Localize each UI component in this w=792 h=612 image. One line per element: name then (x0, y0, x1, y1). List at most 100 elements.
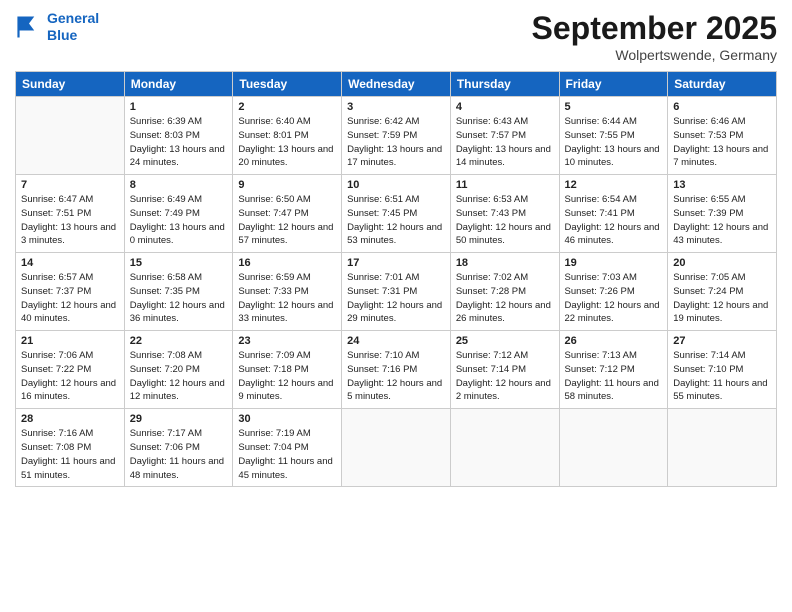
weekday-header: Sunday (16, 72, 125, 97)
calendar-cell: 19Sunrise: 7:03 AMSunset: 7:26 PMDayligh… (559, 253, 668, 331)
calendar-week-row: 1Sunrise: 6:39 AMSunset: 8:03 PMDaylight… (16, 97, 777, 175)
sunrise-text: Sunrise: 6:39 AM (130, 115, 228, 129)
day-detail: Sunrise: 7:17 AMSunset: 7:06 PMDaylight:… (130, 427, 228, 482)
sunrise-text: Sunrise: 7:09 AM (238, 349, 336, 363)
page: General Blue September 2025 Wolpertswend… (0, 0, 792, 612)
daylight-text: Daylight: 12 hours and 43 minutes. (673, 221, 771, 249)
day-number: 3 (347, 101, 445, 113)
day-detail: Sunrise: 7:06 AMSunset: 7:22 PMDaylight:… (21, 349, 119, 404)
daylight-text: Daylight: 13 hours and 3 minutes. (21, 221, 119, 249)
sunset-text: Sunset: 7:26 PM (565, 285, 663, 299)
sunrise-text: Sunrise: 6:51 AM (347, 193, 445, 207)
weekday-header: Thursday (450, 72, 559, 97)
day-detail: Sunrise: 7:09 AMSunset: 7:18 PMDaylight:… (238, 349, 336, 404)
daylight-text: Daylight: 12 hours and 50 minutes. (456, 221, 554, 249)
calendar-cell: 20Sunrise: 7:05 AMSunset: 7:24 PMDayligh… (668, 253, 777, 331)
day-detail: Sunrise: 7:08 AMSunset: 7:20 PMDaylight:… (130, 349, 228, 404)
calendar-cell: 28 Sunrise: 7:16 AMSunset: 7:08 PMDayligh… (16, 409, 125, 487)
sunset-text: Sunset: 7:41 PM (565, 207, 663, 221)
sunrise-text: Sunrise: 6:47 AM (21, 193, 119, 207)
daylight-text: Daylight: 12 hours and 2 minutes. (456, 377, 554, 405)
daylight-text: Daylight: 12 hours and 22 minutes. (565, 299, 663, 327)
daylight-text: Daylight: 13 hours and 24 minutes. (130, 143, 228, 171)
weekday-header: Tuesday (233, 72, 342, 97)
sunset-text: Sunset: 7:39 PM (673, 207, 771, 221)
sunset-text: Sunset: 7:18 PM (238, 363, 336, 377)
day-detail: Sunrise: 6:43 AMSunset: 7:57 PMDaylight:… (456, 115, 554, 170)
weekday-header: Wednesday (342, 72, 451, 97)
day-detail: Sunrise: 6:49 AMSunset: 7:49 PMDaylight:… (130, 193, 228, 248)
day-detail: Sunrise: 7:10 AMSunset: 7:16 PMDaylight:… (347, 349, 445, 404)
day-number: 27 (673, 335, 771, 347)
calendar-cell: 22Sunrise: 7:08 AMSunset: 7:20 PMDayligh… (124, 331, 233, 409)
sunrise-text: Sunrise: 7:13 AM (565, 349, 663, 363)
day-detail: Sunrise: 7:03 AMSunset: 7:26 PMDaylight:… (565, 271, 663, 326)
calendar-cell: 24 Sunrise: 7:10 AMSunset: 7:16 PMDayligh… (342, 331, 451, 409)
sunset-text: Sunset: 7:51 PM (21, 207, 119, 221)
sunrise-text: Sunrise: 6:58 AM (130, 271, 228, 285)
calendar-cell: 7Sunrise: 6:47 AMSunset: 7:51 PMDaylight… (16, 175, 125, 253)
logo-text: General Blue (47, 10, 99, 44)
sunset-text: Sunset: 7:33 PM (238, 285, 336, 299)
calendar-cell (668, 409, 777, 487)
calendar-header-row: SundayMondayTuesdayWednesdayThursdayFrid… (16, 72, 777, 97)
calendar-cell: 30Sunrise: 7:19 AMSunset: 7:04 PMDayligh… (233, 409, 342, 487)
day-number: 23 (238, 335, 336, 347)
day-number: 12 (565, 179, 663, 191)
daylight-text: Daylight: 11 hours and 55 minutes. (673, 377, 771, 405)
day-detail: Sunrise: 7:16 AMSunset: 7:08 PMDaylight:… (21, 427, 119, 482)
header: General Blue September 2025 Wolpertswend… (15, 10, 777, 63)
sunset-text: Sunset: 7:12 PM (565, 363, 663, 377)
sunset-text: Sunset: 7:55 PM (565, 129, 663, 143)
logo: General Blue (15, 10, 99, 44)
day-number: 8 (130, 179, 228, 191)
day-detail: Sunrise: 6:47 AMSunset: 7:51 PMDaylight:… (21, 193, 119, 248)
day-number: 17 (347, 257, 445, 269)
calendar-cell: 26Sunrise: 7:13 AMSunset: 7:12 PMDayligh… (559, 331, 668, 409)
sunset-text: Sunset: 7:47 PM (238, 207, 336, 221)
sunset-text: Sunset: 8:03 PM (130, 129, 228, 143)
daylight-text: Daylight: 12 hours and 9 minutes. (238, 377, 336, 405)
title-block: September 2025 Wolpertswende, Germany (532, 10, 777, 63)
day-number: 28 (21, 413, 119, 425)
day-detail: Sunrise: 6:55 AMSunset: 7:39 PMDaylight:… (673, 193, 771, 248)
sunset-text: Sunset: 7:10 PM (673, 363, 771, 377)
calendar-cell: 14Sunrise: 6:57 AMSunset: 7:37 PMDayligh… (16, 253, 125, 331)
sunrise-text: Sunrise: 7:08 AM (130, 349, 228, 363)
calendar-cell (16, 97, 125, 175)
day-number: 2 (238, 101, 336, 113)
day-detail: Sunrise: 6:42 AMSunset: 7:59 PMDaylight:… (347, 115, 445, 170)
day-detail: Sunrise: 7:13 AMSunset: 7:12 PMDaylight:… (565, 349, 663, 404)
sunrise-text: Sunrise: 7:17 AM (130, 427, 228, 441)
calendar-cell (342, 409, 451, 487)
calendar-cell: 13Sunrise: 6:55 AMSunset: 7:39 PMDayligh… (668, 175, 777, 253)
sunset-text: Sunset: 7:57 PM (456, 129, 554, 143)
day-number: 21 (21, 335, 119, 347)
sunrise-text: Sunrise: 7:19 AM (238, 427, 336, 441)
calendar-cell: 18Sunrise: 7:02 AMSunset: 7:28 PMDayligh… (450, 253, 559, 331)
sunrise-text: Sunrise: 7:14 AM (673, 349, 771, 363)
daylight-text: Daylight: 12 hours and 12 minutes. (130, 377, 228, 405)
calendar-cell: 3 Sunrise: 6:42 AMSunset: 7:59 PMDaylight… (342, 97, 451, 175)
day-detail: Sunrise: 7:12 AMSunset: 7:14 PMDaylight:… (456, 349, 554, 404)
sunrise-text: Sunrise: 7:06 AM (21, 349, 119, 363)
sunset-text: Sunset: 7:16 PM (347, 363, 445, 377)
sunset-text: Sunset: 7:31 PM (347, 285, 445, 299)
sunrise-text: Sunrise: 6:44 AM (565, 115, 663, 129)
sunrise-text: Sunrise: 6:40 AM (238, 115, 336, 129)
day-number: 29 (130, 413, 228, 425)
calendar-cell: 15Sunrise: 6:58 AMSunset: 7:35 PMDayligh… (124, 253, 233, 331)
day-number: 16 (238, 257, 336, 269)
day-number: 24 (347, 335, 445, 347)
day-number: 6 (673, 101, 771, 113)
sunrise-text: Sunrise: 6:46 AM (673, 115, 771, 129)
sunset-text: Sunset: 7:06 PM (130, 441, 228, 455)
sunset-text: Sunset: 7:20 PM (130, 363, 228, 377)
daylight-text: Daylight: 12 hours and 5 minutes. (347, 377, 445, 405)
daylight-text: Daylight: 12 hours and 29 minutes. (347, 299, 445, 327)
day-number: 15 (130, 257, 228, 269)
calendar-cell: 29 Sunrise: 7:17 AMSunset: 7:06 PMDayligh… (124, 409, 233, 487)
calendar-cell: 25Sunrise: 7:12 AMSunset: 7:14 PMDayligh… (450, 331, 559, 409)
calendar-cell: 27 Sunrise: 7:14 AMSunset: 7:10 PMDayligh… (668, 331, 777, 409)
sunset-text: Sunset: 7:53 PM (673, 129, 771, 143)
